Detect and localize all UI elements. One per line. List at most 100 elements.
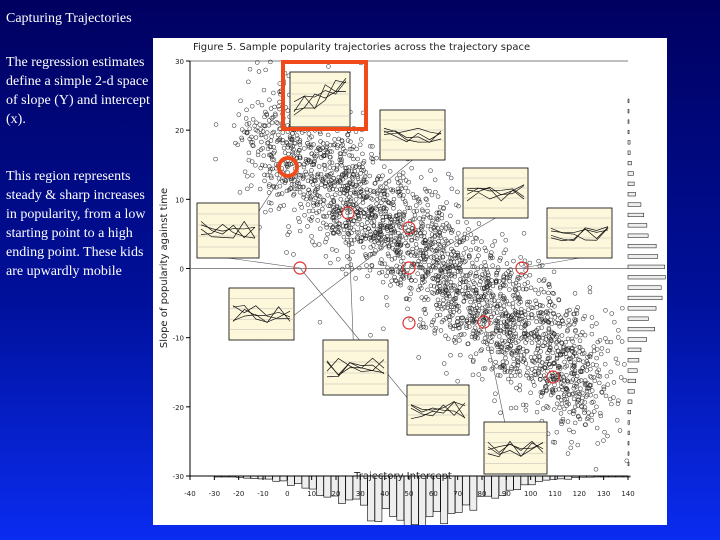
data-point <box>541 289 547 295</box>
data-point <box>268 138 274 143</box>
data-point <box>345 138 351 143</box>
data-point <box>523 407 529 413</box>
data-point <box>322 167 328 172</box>
data-point <box>476 372 482 377</box>
data-point <box>298 201 303 207</box>
data-point <box>345 210 350 216</box>
data-point <box>253 163 258 168</box>
x-histogram-bar <box>469 475 478 511</box>
data-point <box>500 277 506 283</box>
y-histogram-bar <box>627 441 630 446</box>
x-histogram-bar <box>272 475 281 482</box>
data-point <box>269 154 275 160</box>
x-histogram-bar <box>462 475 470 506</box>
data-point <box>512 308 518 313</box>
data-point <box>387 169 393 174</box>
x-histogram-bar <box>345 475 354 501</box>
data-point <box>448 213 453 219</box>
data-point <box>413 241 419 247</box>
data-point <box>446 171 451 177</box>
data-point <box>338 197 344 202</box>
data-point <box>476 247 481 252</box>
data-point <box>615 361 620 366</box>
data-point <box>394 176 400 181</box>
data-point <box>405 189 411 194</box>
data-point <box>478 348 483 354</box>
data-point <box>325 132 331 138</box>
connector-line <box>521 257 580 269</box>
data-point <box>589 375 594 380</box>
data-point <box>337 225 342 231</box>
data-point <box>457 338 462 343</box>
data-point <box>377 270 382 276</box>
y-tick-label: 30 <box>175 58 184 66</box>
data-point <box>476 221 482 226</box>
data-point <box>294 133 300 138</box>
data-point <box>492 238 498 244</box>
data-point <box>461 277 466 282</box>
data-point <box>443 333 448 339</box>
data-point <box>413 278 418 283</box>
x-tick-label: 10 <box>307 490 316 498</box>
data-point <box>474 257 479 262</box>
data-point <box>400 170 406 176</box>
data-point <box>470 260 475 266</box>
x-axis-label: Trajectory Intercept <box>353 471 452 482</box>
data-point <box>620 305 625 311</box>
data-point <box>420 207 425 212</box>
data-point <box>478 264 484 269</box>
data-point <box>492 398 497 403</box>
data-point <box>515 355 521 361</box>
x-histogram-bar <box>411 475 419 525</box>
data-point <box>592 409 597 414</box>
data-point <box>591 344 597 349</box>
y-histogram-bar <box>627 347 642 352</box>
data-point <box>562 359 567 365</box>
data-point <box>599 346 605 351</box>
data-point <box>359 296 365 301</box>
data-point <box>250 117 256 122</box>
x-histogram-bar <box>389 475 397 517</box>
data-point <box>541 278 546 284</box>
data-point <box>409 165 414 171</box>
data-point <box>353 165 358 170</box>
data-point <box>423 325 429 330</box>
x-histogram-bar <box>535 475 543 482</box>
data-point <box>385 265 390 270</box>
y-histogram-bar <box>627 264 665 269</box>
data-point <box>473 235 478 241</box>
data-point <box>598 351 604 357</box>
data-point <box>245 174 250 179</box>
data-point <box>440 222 446 228</box>
data-point <box>444 295 449 301</box>
data-point <box>482 335 488 341</box>
trajectory-inset <box>289 71 351 128</box>
data-point <box>488 314 494 320</box>
data-point <box>353 276 358 281</box>
data-point <box>470 372 476 378</box>
data-point <box>594 355 599 361</box>
data-point <box>525 370 530 376</box>
data-point <box>405 242 411 248</box>
inset-frame <box>196 202 260 259</box>
data-point <box>378 209 383 214</box>
data-point <box>442 284 448 290</box>
data-point <box>516 321 521 326</box>
data-point <box>444 371 449 376</box>
data-point <box>237 190 243 195</box>
data-point <box>534 409 540 415</box>
data-point <box>458 321 464 327</box>
data-point <box>412 212 418 218</box>
data-point <box>403 240 408 246</box>
data-point <box>438 328 444 333</box>
y-histogram-bar <box>627 202 642 207</box>
data-point <box>611 395 616 400</box>
data-point <box>568 445 573 451</box>
data-point <box>508 405 514 411</box>
data-point <box>440 260 446 266</box>
data-point <box>403 201 408 206</box>
data-point <box>328 260 333 266</box>
data-point <box>463 246 468 251</box>
data-point <box>593 467 599 472</box>
data-point <box>489 339 494 344</box>
